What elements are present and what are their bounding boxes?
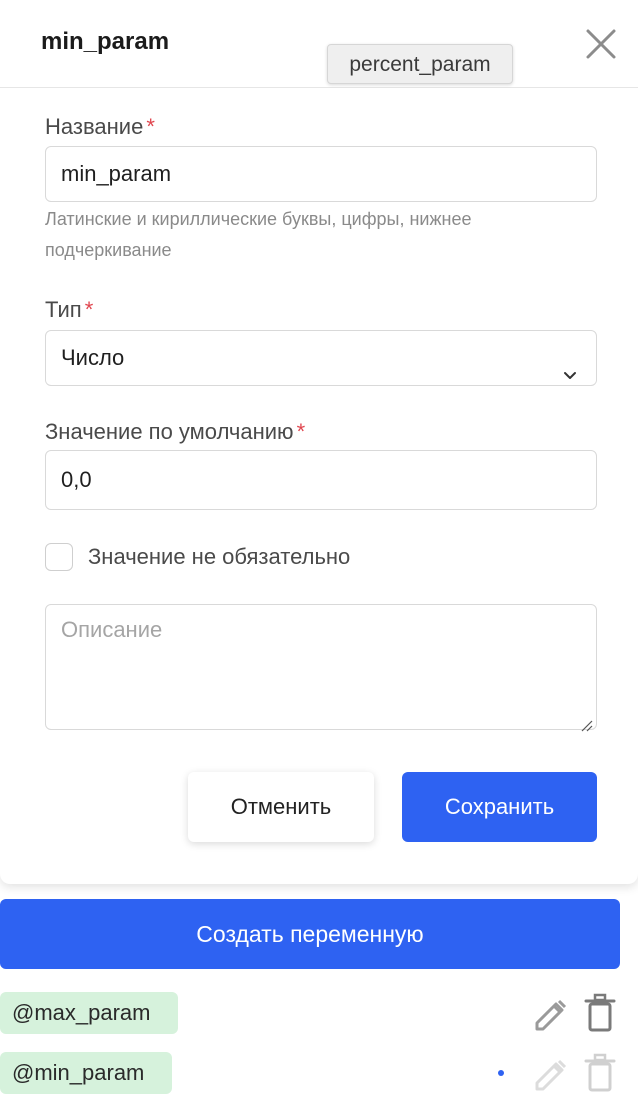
active-indicator — [498, 1070, 504, 1076]
required-mark: * — [296, 419, 306, 444]
default-value-input[interactable]: 0,0 — [45, 450, 597, 510]
trash-icon[interactable] — [582, 1053, 618, 1093]
save-button[interactable]: Сохранить — [402, 772, 597, 842]
default-value-label: Значение по умолчанию * — [45, 419, 305, 445]
pencil-icon[interactable] — [531, 1053, 567, 1093]
optional-checkbox-label[interactable]: Значение не обязательно — [88, 543, 350, 571]
close-icon[interactable] — [583, 26, 619, 62]
description-placeholder: Описание — [61, 617, 163, 642]
chevron-down-icon — [562, 350, 578, 379]
required-mark: * — [146, 114, 155, 139]
description-textarea[interactable]: Описание — [45, 604, 597, 732]
type-label-text: Тип — [45, 297, 82, 322]
panel-header: min_param — [0, 0, 638, 88]
panel-title: min_param — [41, 28, 170, 55]
name-input[interactable]: min_param — [45, 146, 597, 202]
cancel-button[interactable]: Отменить — [188, 772, 374, 842]
optional-checkbox[interactable] — [45, 543, 73, 571]
type-label: Тип * — [45, 297, 93, 323]
required-mark: * — [84, 297, 94, 322]
variable-tag-max-param[interactable]: @max_param — [0, 992, 178, 1034]
resize-handle-icon[interactable] — [579, 712, 593, 732]
default-value-label-text: Значение по умолчанию — [45, 419, 294, 444]
pencil-icon[interactable] — [531, 993, 567, 1033]
variable-tag-min-param[interactable]: @min_param — [0, 1052, 172, 1094]
name-label-text: Название — [45, 114, 144, 139]
type-select-value: Число — [61, 345, 125, 370]
name-hint: Латинские и кириллические буквы, цифры, … — [45, 209, 472, 260]
variable-tooltip: percent_param — [327, 44, 513, 84]
create-variable-button[interactable]: Создать переменную — [0, 899, 620, 969]
name-label: Название * — [45, 114, 155, 140]
edit-variable-panel: min_param percent_param Название * min_pa… — [0, 0, 638, 884]
type-select[interactable]: Число — [45, 330, 597, 386]
trash-icon[interactable] — [582, 993, 618, 1033]
